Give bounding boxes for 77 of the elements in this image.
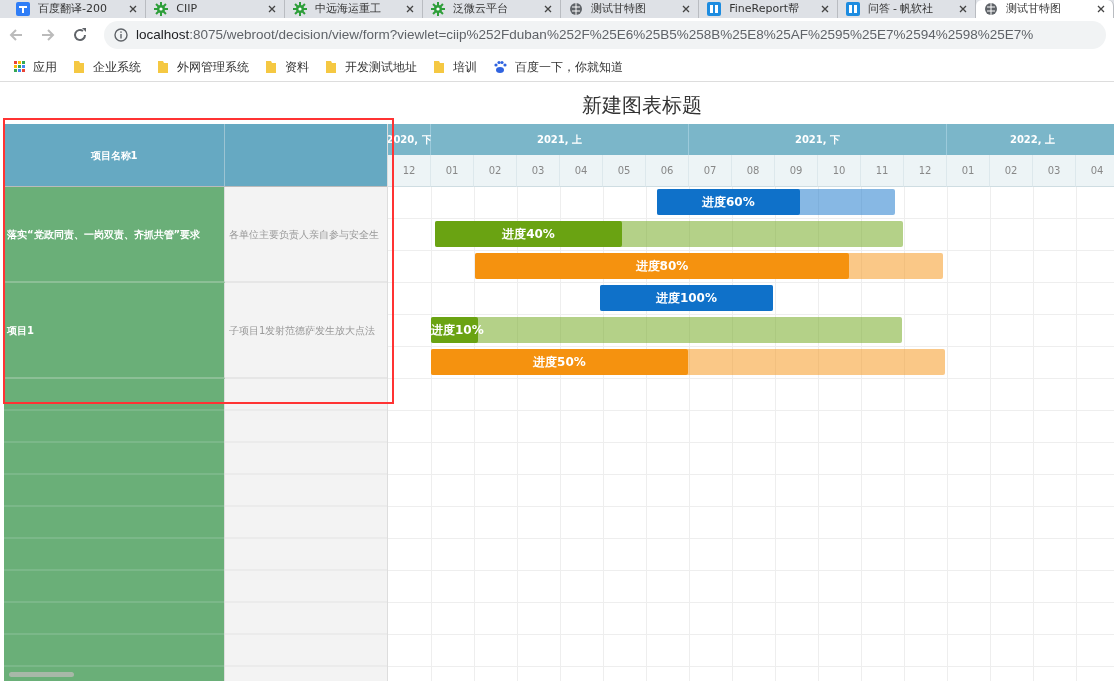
report-icon (707, 2, 722, 16)
translate-icon (16, 2, 30, 16)
browser-tab[interactable]: 测试甘特图 (561, 0, 700, 18)
bookmark-link[interactable]: 开发测试地址 (345, 57, 417, 76)
url-text: localhost:8075/webroot/decision/view/form?viewlet=ciip%252Fduban%252F%25E6%25B5%258B%25E8%25AF%2595%25E7%2594%2598%25E7% (136, 25, 1034, 44)
month-header: 12 (904, 155, 947, 187)
report-icon (845, 2, 860, 16)
browser-tab[interactable]: FineReport帮 (699, 0, 838, 18)
close-icon[interactable] (820, 5, 829, 13)
gear-icon (292, 2, 307, 16)
month-header: 03 (517, 155, 560, 187)
bookmark-link[interactable]: 培训 (453, 57, 477, 76)
bookmark-link[interactable]: 企业系统 (93, 57, 141, 76)
progress-label: 进度60% (702, 194, 755, 211)
progress-label: 进度50% (533, 354, 586, 371)
folder-icon (325, 59, 337, 74)
folder-icon (157, 59, 169, 74)
month-header: 03 (1033, 155, 1076, 187)
close-icon[interactable] (1097, 5, 1105, 13)
period-header: 2021, 上 (431, 124, 689, 155)
close-icon[interactable] (958, 5, 967, 13)
column-header: 项目名称1 (4, 124, 225, 187)
table-cell: 落实“党政同责、一岗双责、齐抓共管”要求 (4, 187, 225, 283)
bookmark-link[interactable]: 外网管理系统 (177, 57, 249, 76)
task-bar[interactable]: 进度100% (600, 285, 773, 311)
bookmark-link[interactable]: 应用 (33, 57, 57, 76)
reload-icon[interactable] (72, 27, 88, 43)
browser-tab[interactable]: 泛微云平台 (422, 0, 561, 18)
scrollbar-thumb[interactable] (9, 672, 74, 677)
close-icon[interactable] (129, 5, 138, 13)
close-icon[interactable] (405, 5, 414, 13)
close-icon[interactable] (544, 5, 552, 13)
month-header: 04 (560, 155, 603, 187)
browser-tab[interactable]: 测试甘特图 (975, 0, 1114, 18)
month-header: 01 (947, 155, 990, 187)
folder-icon (265, 59, 277, 74)
month-header: 06 (646, 155, 689, 187)
month-header: 02 (990, 155, 1033, 187)
month-header: 09 (775, 155, 818, 187)
bookmark-link[interactable]: 百度一下，你就知道 (515, 57, 623, 76)
table-cell: 项目1 (4, 283, 225, 379)
globe-icon (983, 2, 998, 16)
month-header: 08 (732, 155, 775, 187)
month-header: 12 (388, 155, 431, 187)
folder-icon (73, 59, 85, 74)
period-header: 2021, 下 (689, 124, 947, 155)
info-icon (114, 28, 128, 42)
gear-icon (154, 2, 169, 16)
month-header: 11 (861, 155, 904, 187)
chart-title: 新建图表标题 (581, 92, 703, 119)
period-header: 2022, 上 (947, 124, 1114, 155)
month-header: 04 (1076, 155, 1114, 187)
table-cell: 各单位主要负责人亲自参与安全生 (225, 187, 387, 283)
month-header: 10 (818, 155, 861, 187)
progress-label: 进度10% (431, 322, 484, 339)
browser-tab[interactable]: 问答 - 帆软社 (837, 0, 976, 18)
paw-icon (493, 59, 507, 74)
apps-icon (14, 61, 25, 72)
bookmark-link[interactable]: 资料 (285, 57, 309, 76)
month-header: 07 (689, 155, 732, 187)
progress-label: 进度80% (635, 258, 689, 275)
browser-tab[interactable]: 百度翻译-200 (8, 0, 147, 18)
month-header: 01 (431, 155, 474, 187)
browser-tab[interactable]: CIIP (146, 0, 285, 18)
month-header: 05 (603, 155, 646, 187)
progress-label: 进度100% (655, 290, 717, 307)
task-bar[interactable]: 进度60% (657, 189, 895, 215)
progress-label: 进度40% (502, 226, 555, 243)
address-bar[interactable]: localhost:8075/webroot/decision/view/form?viewlet=ciip%252Fduban%252F%25E6%25B5%258B%25E8%25AF%2595%25E7%2594%2598%25E7% (104, 21, 1106, 49)
gear-icon (430, 2, 445, 16)
month-header: 02 (474, 155, 517, 187)
table-cell: 子项目1发射范德萨发生放大点法 (225, 283, 387, 379)
browser-tab[interactable]: 中远海运重工 (284, 0, 423, 18)
close-icon[interactable] (682, 5, 691, 13)
folder-icon (433, 59, 445, 74)
close-icon[interactable] (267, 5, 276, 13)
globe-icon (569, 2, 583, 16)
